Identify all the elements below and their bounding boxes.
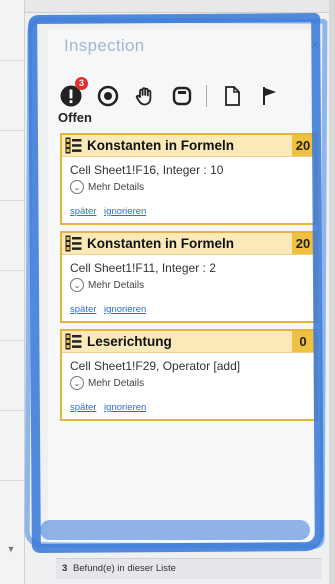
window-edge bbox=[329, 0, 335, 584]
grid-line bbox=[0, 340, 24, 341]
finding-total: 3 bbox=[62, 563, 68, 574]
grid-line bbox=[0, 200, 24, 201]
status-text: Befund(e) in dieser Liste bbox=[72, 563, 176, 574]
status-bar: 3 Befund(e) in dieser Liste bbox=[56, 558, 322, 579]
top-strip bbox=[0, 0, 335, 13]
spreadsheet-row-strip: ▼ bbox=[0, 0, 25, 584]
annotation-scribble bbox=[40, 520, 310, 540]
grid-line bbox=[0, 410, 24, 411]
grid-line bbox=[0, 480, 24, 481]
grid-line bbox=[0, 270, 24, 271]
grid-line bbox=[0, 130, 24, 131]
scroll-down-arrow-icon[interactable]: ▼ bbox=[2, 544, 20, 556]
annotation-scribble bbox=[28, 12, 324, 554]
grid-line bbox=[0, 60, 24, 61]
